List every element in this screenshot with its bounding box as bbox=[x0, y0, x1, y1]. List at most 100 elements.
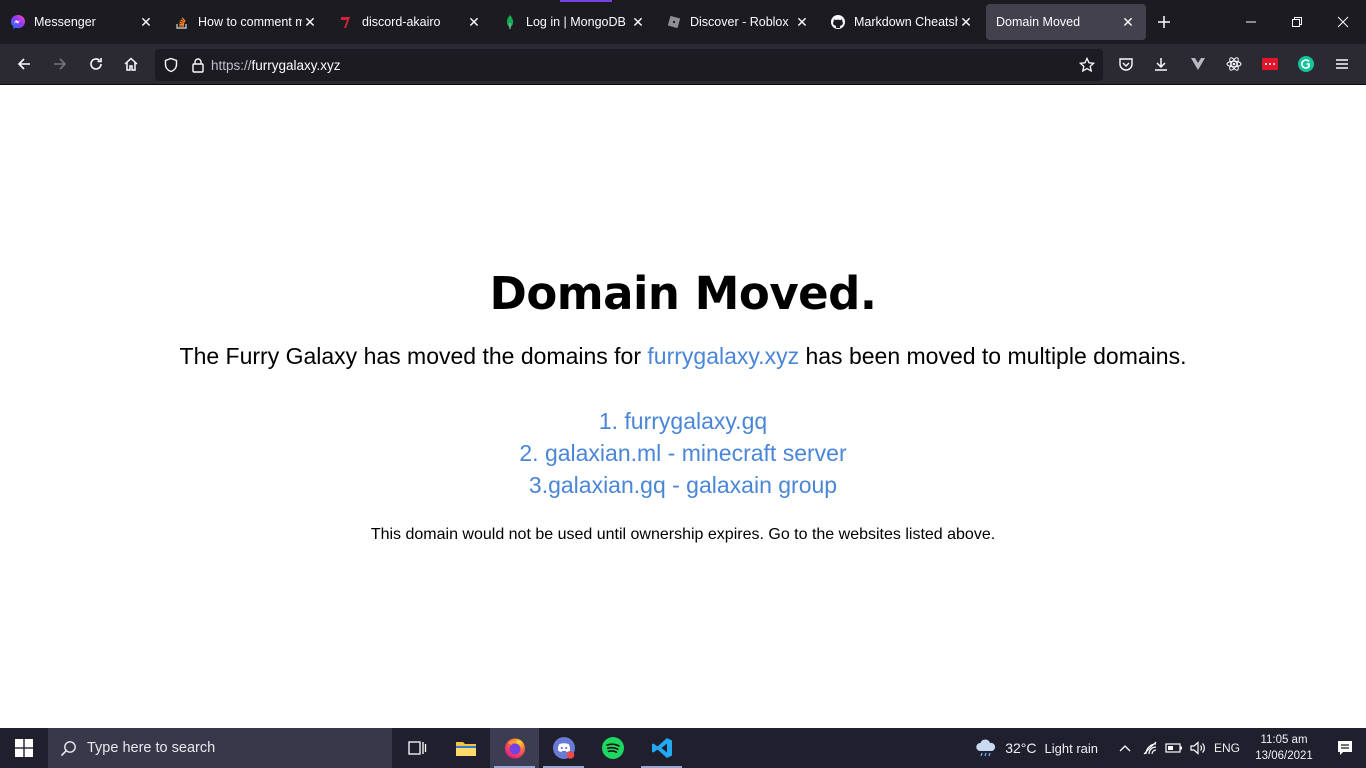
lock-icon[interactable] bbox=[191, 57, 205, 73]
clock-date: 13/06/2021 bbox=[1255, 750, 1313, 762]
tab-title: Log in | MongoDB bbox=[526, 15, 626, 29]
react-icon bbox=[1226, 57, 1242, 71]
new-tab-button[interactable] bbox=[1146, 4, 1182, 40]
ownership-note: This domain would not be used until owne… bbox=[370, 526, 996, 543]
tab-title: Discover - Roblox bbox=[690, 15, 789, 29]
url-host: furrygalaxy.xyz bbox=[251, 57, 341, 73]
close-icon[interactable]: ✕ bbox=[302, 14, 318, 30]
show-hidden-icons-button[interactable] bbox=[1112, 728, 1138, 768]
volume-button[interactable] bbox=[1186, 728, 1210, 768]
weather-description: Light rain bbox=[1044, 740, 1098, 756]
windows-taskbar: Type here to search 32°C Light rain ENG … bbox=[0, 728, 1366, 768]
tab-domain-moved[interactable]: Domain Moved ✕ bbox=[986, 4, 1146, 40]
tab-title: How to comment m bbox=[198, 15, 302, 29]
tab-stackoverflow[interactable]: How to comment m ✕ bbox=[164, 4, 328, 40]
discord-taskbar-button[interactable] bbox=[539, 728, 588, 768]
chevron-up-icon bbox=[1119, 745, 1131, 752]
page-content: Domain Moved. The Furry Galaxy has moved… bbox=[0, 85, 1366, 728]
input-language-button[interactable]: ENG bbox=[1210, 728, 1244, 768]
restore-icon bbox=[1292, 17, 1302, 27]
url-text[interactable]: https://furrygalaxy.xyz bbox=[211, 58, 341, 73]
domain-link-2[interactable]: 2. galaxian.ml - minecraft server bbox=[0, 437, 1366, 469]
mongodb-leaf-icon bbox=[502, 14, 518, 30]
downloads-button[interactable] bbox=[1145, 48, 1177, 80]
restore-button[interactable] bbox=[1274, 0, 1320, 44]
file-explorer-button[interactable] bbox=[441, 728, 490, 768]
task-view-button[interactable] bbox=[392, 728, 441, 768]
back-button[interactable] bbox=[6, 48, 42, 80]
speaker-icon bbox=[1190, 741, 1205, 755]
close-icon[interactable]: ✕ bbox=[794, 14, 810, 30]
notification-center-button[interactable] bbox=[1324, 728, 1366, 768]
windows-logo-icon bbox=[15, 739, 33, 757]
github-icon bbox=[830, 14, 846, 30]
home-button[interactable] bbox=[113, 48, 149, 80]
akairo-icon bbox=[338, 14, 354, 30]
url-protocol: https:// bbox=[211, 57, 252, 73]
start-button[interactable] bbox=[0, 728, 48, 768]
close-icon[interactable]: ✕ bbox=[958, 14, 974, 30]
tab-discord-akairo[interactable]: discord-akairo ✕ bbox=[328, 4, 492, 40]
battery-icon bbox=[1165, 743, 1182, 753]
domain-link-1[interactable]: 1. furrygalaxy.gq bbox=[0, 405, 1366, 437]
tab-messenger[interactable]: Messenger ✕ bbox=[0, 4, 164, 40]
tab-title: Domain Moved bbox=[996, 15, 1081, 29]
weather-widget[interactable]: 32°C Light rain bbox=[975, 728, 1104, 768]
domain-link-3[interactable]: 3.galaxian.gq - galaxain group bbox=[0, 469, 1366, 501]
bookmark-star-icon[interactable] bbox=[1079, 57, 1095, 73]
pocket-icon bbox=[1119, 58, 1133, 71]
red-extension-icon bbox=[1262, 58, 1278, 70]
navigation-toolbar: https://furrygalaxy.xyz bbox=[0, 44, 1366, 85]
firefox-taskbar-button[interactable] bbox=[490, 728, 539, 768]
wifi-icon bbox=[1143, 741, 1157, 755]
network-button[interactable] bbox=[1138, 728, 1162, 768]
discord-icon bbox=[552, 737, 575, 759]
tab-accent-line bbox=[560, 0, 612, 2]
lead-paragraph: The Furry Galaxy has moved the domains f… bbox=[0, 343, 1366, 370]
download-icon bbox=[1155, 58, 1167, 71]
forward-button[interactable] bbox=[42, 48, 78, 80]
system-tray: 32°C Light rain ENG 11:05 am 13/06/2021 bbox=[975, 728, 1366, 768]
close-icon[interactable]: ✕ bbox=[466, 14, 482, 30]
roblox-icon bbox=[666, 14, 682, 30]
close-window-button[interactable] bbox=[1320, 0, 1366, 44]
folder-icon bbox=[455, 742, 476, 756]
vuejs-devtools-extension[interactable] bbox=[1182, 48, 1214, 80]
taskbar-search-box[interactable]: Type here to search bbox=[48, 728, 392, 768]
pocket-button[interactable] bbox=[1110, 48, 1142, 80]
vue-icon bbox=[1191, 58, 1205, 70]
grammarly-icon bbox=[1298, 56, 1314, 72]
tab-mongodb[interactable]: Log in | MongoDB ✕ bbox=[492, 4, 656, 40]
minimize-button[interactable] bbox=[1228, 0, 1274, 44]
task-view-icon bbox=[407, 741, 426, 755]
spotify-taskbar-button[interactable] bbox=[588, 728, 637, 768]
close-icon[interactable]: ✕ bbox=[1120, 14, 1136, 30]
language-indicator: ENG bbox=[1213, 741, 1240, 755]
plus-icon bbox=[1158, 16, 1170, 28]
react-devtools-extension[interactable] bbox=[1218, 48, 1250, 80]
lead-text-after: has been moved to multiple domains. bbox=[799, 343, 1187, 369]
tab-roblox[interactable]: Discover - Roblox ✕ bbox=[656, 4, 820, 40]
cloud-rain-icon bbox=[976, 739, 996, 757]
spotify-icon bbox=[601, 737, 624, 759]
menu-button[interactable] bbox=[1326, 48, 1358, 80]
vscode-taskbar-button[interactable] bbox=[637, 728, 686, 768]
vscode-icon bbox=[651, 738, 672, 758]
extension-red-button[interactable] bbox=[1254, 48, 1286, 80]
tab-title: Markdown Cheatshe bbox=[854, 15, 958, 29]
reload-button[interactable] bbox=[78, 48, 114, 80]
tab-github[interactable]: Markdown Cheatshe ✕ bbox=[820, 4, 984, 40]
hamburger-icon bbox=[1336, 59, 1348, 69]
tab-bar: Messenger ✕ How to comment m ✕ discord-a… bbox=[0, 0, 1366, 44]
stackoverflow-icon bbox=[174, 14, 190, 30]
battery-button[interactable] bbox=[1162, 728, 1186, 768]
shield-icon[interactable] bbox=[163, 57, 179, 73]
url-bar[interactable]: https://furrygalaxy.xyz bbox=[155, 49, 1103, 81]
grammarly-extension[interactable] bbox=[1290, 48, 1322, 80]
close-icon[interactable]: ✕ bbox=[630, 14, 646, 30]
messenger-icon bbox=[10, 14, 26, 30]
old-domain-link[interactable]: furrygalaxy.xyz bbox=[647, 343, 799, 369]
home-icon bbox=[124, 57, 138, 71]
clock-button[interactable]: 11:05 am 13/06/2021 bbox=[1244, 728, 1324, 768]
close-icon[interactable]: ✕ bbox=[138, 14, 154, 30]
